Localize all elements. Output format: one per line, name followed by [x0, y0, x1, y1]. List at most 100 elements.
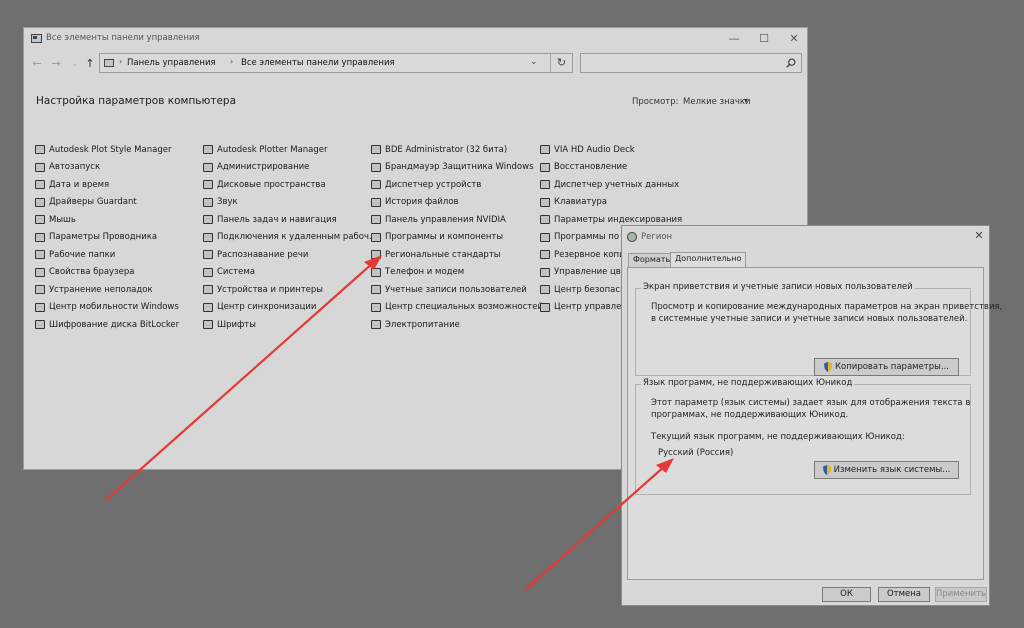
group-title: Экран приветствия и учетные записи новых… [641, 282, 915, 292]
applet-icon [540, 145, 550, 155]
control-panel-item[interactable]: Мышь [35, 211, 205, 229]
control-panel-item[interactable]: Драйверы Guardant [35, 194, 205, 212]
group-description: Этот параметр (язык системы) задает язык… [651, 398, 971, 408]
refresh-button[interactable]: ↻ [550, 54, 572, 72]
change-system-locale-button[interactable]: Изменить язык системы... [814, 461, 959, 479]
control-panel-icon [31, 34, 42, 43]
close-button[interactable]: ✕ [779, 30, 807, 48]
control-panel-item[interactable]: Параметры Проводника [35, 229, 205, 247]
control-panel-item-label: Распознавание речи [217, 249, 309, 260]
button-label: Копировать параметры... [835, 362, 949, 372]
copy-settings-button[interactable]: Копировать параметры... [814, 358, 959, 376]
control-panel-item-label: Центр специальных возможностей [385, 302, 543, 313]
current-language-value: Русский (Россия) [658, 448, 734, 458]
control-panel-item-label: Центр мобильности Windows [49, 302, 179, 313]
applet-icon [203, 197, 213, 207]
control-panel-item[interactable]: Шифрование диска BitLocker [35, 316, 205, 334]
control-panel-item-label: Autodesk Plot Style Manager [49, 144, 172, 155]
applet-icon [203, 162, 213, 172]
control-panel-item-label: Программы по у [554, 232, 627, 243]
control-panel-item[interactable]: Шрифты [203, 316, 373, 334]
applet-icon [203, 180, 213, 190]
applet-icon [203, 285, 213, 295]
search-icon [786, 58, 796, 68]
window-title: Все элементы панели управления [46, 33, 200, 43]
control-panel-item[interactable]: Дисковые пространства [203, 176, 373, 194]
breadcrumb-separator[interactable]: › [230, 57, 233, 66]
group-title: Язык программ, не поддерживающих Юникод [641, 378, 855, 388]
control-panel-item-label: Администрирование [217, 162, 310, 173]
control-panel-item[interactable]: Панель задач и навигация [203, 211, 373, 229]
up-button[interactable]: ↑ [82, 56, 98, 72]
control-panel-item-label: Шифрование диска BitLocker [49, 319, 180, 330]
view-by-dropdown[interactable]: Мелкие значки [683, 97, 751, 107]
control-panel-item-label: Драйверы Guardant [49, 197, 137, 208]
control-panel-item[interactable]: Панель управления NVIDIA [371, 211, 541, 229]
control-panel-item[interactable]: Администрирование [203, 159, 373, 177]
applet-icon [35, 250, 45, 260]
region-dialog: Регион ✕ Форматы Дополнительно Экран при… [621, 225, 1002, 606]
control-panel-item[interactable]: Региональные стандарты [371, 246, 541, 264]
address-bar[interactable]: › Панель управления › Все элементы панел… [99, 53, 573, 73]
applet-icon [203, 302, 213, 312]
control-panel-item[interactable]: История файлов [371, 194, 541, 212]
control-panel-item-label: Резервное копир [554, 249, 631, 260]
control-panel-item[interactable]: Autodesk Plotter Manager [203, 141, 373, 159]
control-panel-item[interactable]: Диспетчер учетных данных [540, 176, 710, 194]
control-panel-item[interactable]: BDE Administrator (32 бита) [371, 141, 541, 159]
applet-icon [35, 302, 45, 312]
maximize-button[interactable]: ☐ [749, 30, 779, 48]
non-unicode-group: Язык программ, не поддерживающих Юникод … [635, 378, 971, 495]
applet-icon [540, 197, 550, 207]
applet-icon [371, 232, 381, 242]
applet-icon [540, 285, 550, 295]
shield-icon [824, 362, 832, 372]
applet-icon [371, 250, 381, 260]
control-panel-item-label: Региональные стандарты [385, 249, 501, 260]
control-panel-item[interactable]: Центр мобильности Windows [35, 299, 205, 317]
control-panel-item[interactable]: Центр специальных возможностей [371, 299, 543, 317]
control-panel-item[interactable]: Брандмауэр Защитника Windows [371, 159, 541, 177]
address-dropdown-button[interactable]: ⌄ [530, 57, 538, 67]
control-panel-item[interactable]: Autodesk Plot Style Manager [35, 141, 205, 159]
tab-advanced[interactable]: Дополнительно [670, 252, 747, 268]
control-panel-item[interactable]: Система [203, 264, 373, 282]
applet-icon [371, 320, 381, 330]
control-panel-item[interactable]: Устройства и принтеры [203, 281, 373, 299]
control-panel-item[interactable]: Учетные записи пользователей [371, 281, 541, 299]
control-panel-item[interactable]: Устранение неполадок [35, 281, 205, 299]
control-panel-item-label: Центр безопасно [554, 284, 631, 295]
applet-icon [35, 145, 45, 155]
control-panel-item[interactable]: Рабочие папки [35, 246, 205, 264]
minimize-button[interactable]: — [719, 30, 749, 48]
control-panel-item[interactable]: Дата и время [35, 176, 205, 194]
control-panel-item[interactable]: Подключения к удаленным рабоч... [203, 229, 377, 247]
control-panel-item[interactable]: VIA HD Audio Deck [540, 141, 710, 159]
control-panel-item[interactable]: Электропитание [371, 316, 541, 334]
control-panel-item[interactable]: Программы и компоненты [371, 229, 541, 247]
back-button[interactable]: ← [29, 56, 45, 72]
recent-locations-button[interactable]: ⌄ [67, 56, 83, 72]
search-input[interactable] [580, 53, 802, 73]
control-panel-item[interactable]: Распознавание речи [203, 246, 373, 264]
applet-icon [371, 302, 381, 312]
ok-button[interactable]: ОК [822, 587, 871, 602]
control-panel-item[interactable]: Телефон и модем [371, 264, 541, 282]
control-panel-item[interactable]: Восстановление [540, 159, 710, 177]
control-panel-item[interactable]: Диспетчер устройств [371, 176, 541, 194]
page-title: Настройка параметров компьютера [36, 95, 237, 107]
cancel-button[interactable]: Отмена [878, 587, 930, 602]
breadcrumb-all-items[interactable]: Все элементы панели управления [241, 58, 395, 68]
breadcrumb-control-panel[interactable]: Панель управления [127, 58, 216, 68]
control-panel-item[interactable]: Клавиатура [540, 194, 710, 212]
control-panel-item[interactable]: Центр синхронизации [203, 299, 373, 317]
chevron-down-icon[interactable]: ▾ [744, 96, 748, 105]
dialog-close-button[interactable]: ✕ [972, 229, 986, 243]
apply-button: Применить [935, 587, 987, 602]
breadcrumb-separator[interactable]: › [119, 57, 122, 66]
control-panel-item[interactable]: Звук [203, 194, 373, 212]
control-panel-item[interactable]: Автозапуск [35, 159, 205, 177]
control-panel-item-label: Шрифты [217, 319, 256, 330]
forward-button[interactable]: → [48, 56, 64, 72]
control-panel-item[interactable]: Свойства браузера [35, 264, 205, 282]
